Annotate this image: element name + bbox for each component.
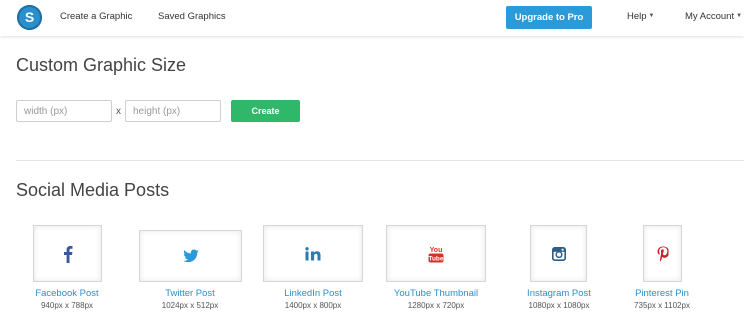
instagram-post-thumb[interactable]	[530, 225, 587, 282]
pinterest-pin-label[interactable]: Pinterest Pin	[635, 288, 689, 299]
nav-saved-graphics[interactable]: Saved Graphics	[158, 11, 226, 22]
facebook-post-thumb[interactable]	[33, 225, 102, 282]
nav-create-graphic[interactable]: Create a Graphic	[60, 11, 132, 22]
facebook-icon	[63, 245, 72, 263]
logo-icon[interactable]: S	[17, 5, 42, 30]
create-button[interactable]: Create	[231, 100, 300, 122]
help-label: Help	[627, 11, 647, 22]
pinterest-pin-thumb[interactable]	[643, 225, 682, 282]
svg-text:You: You	[430, 247, 443, 254]
facebook-post-size: 940px x 788px	[40, 301, 94, 310]
size-separator: x	[116, 106, 121, 117]
twitter-post-label[interactable]: Twitter Post	[165, 288, 215, 299]
linkedin-post-size: 1400px x 800px	[284, 301, 342, 310]
social-media-title: Social Media Posts	[16, 180, 170, 200]
twitter-post-size: 1024px x 512px	[161, 301, 219, 310]
width-input[interactable]	[16, 100, 112, 122]
youtube-thumbnail-label[interactable]: YouTube Thumbnail	[394, 288, 478, 299]
help-menu[interactable]: Help ▼	[627, 11, 655, 22]
account-menu[interactable]: My Account ▼	[685, 11, 742, 22]
custom-size-title: Custom Graphic Size	[16, 55, 187, 75]
youtube-thumbnail-thumb[interactable]: You Tube	[386, 225, 486, 282]
height-input[interactable]	[125, 100, 221, 122]
upgrade-button[interactable]: Upgrade to Pro	[506, 6, 592, 29]
linkedin-post-thumb[interactable]	[263, 225, 363, 282]
account-label: My Account	[685, 11, 735, 22]
linkedin-post-label[interactable]: LinkedIn Post	[284, 288, 342, 299]
twitter-post-thumb[interactable]	[139, 230, 242, 282]
pinterest-icon	[657, 246, 668, 261]
svg-text:Tube: Tube	[428, 255, 443, 262]
caret-down-icon: ▼	[736, 13, 743, 20]
instagram-icon	[551, 246, 566, 261]
linkedin-icon	[305, 246, 321, 260]
top-navbar: S Create a Graphic Saved Graphics Upgrad…	[0, 0, 744, 36]
facebook-post-label[interactable]: Facebook Post	[35, 288, 98, 299]
youtube-thumbnail-size: 1280px x 720px	[407, 301, 465, 310]
instagram-post-label[interactable]: Instagram Post	[527, 288, 591, 299]
twitter-icon	[182, 249, 199, 263]
caret-down-icon: ▼	[648, 13, 655, 20]
pinterest-pin-size: 735px x 1102px	[634, 301, 690, 310]
youtube-icon: You Tube	[428, 247, 444, 262]
section-divider	[16, 160, 744, 161]
instagram-post-size: 1080px x 1080px	[528, 301, 590, 310]
